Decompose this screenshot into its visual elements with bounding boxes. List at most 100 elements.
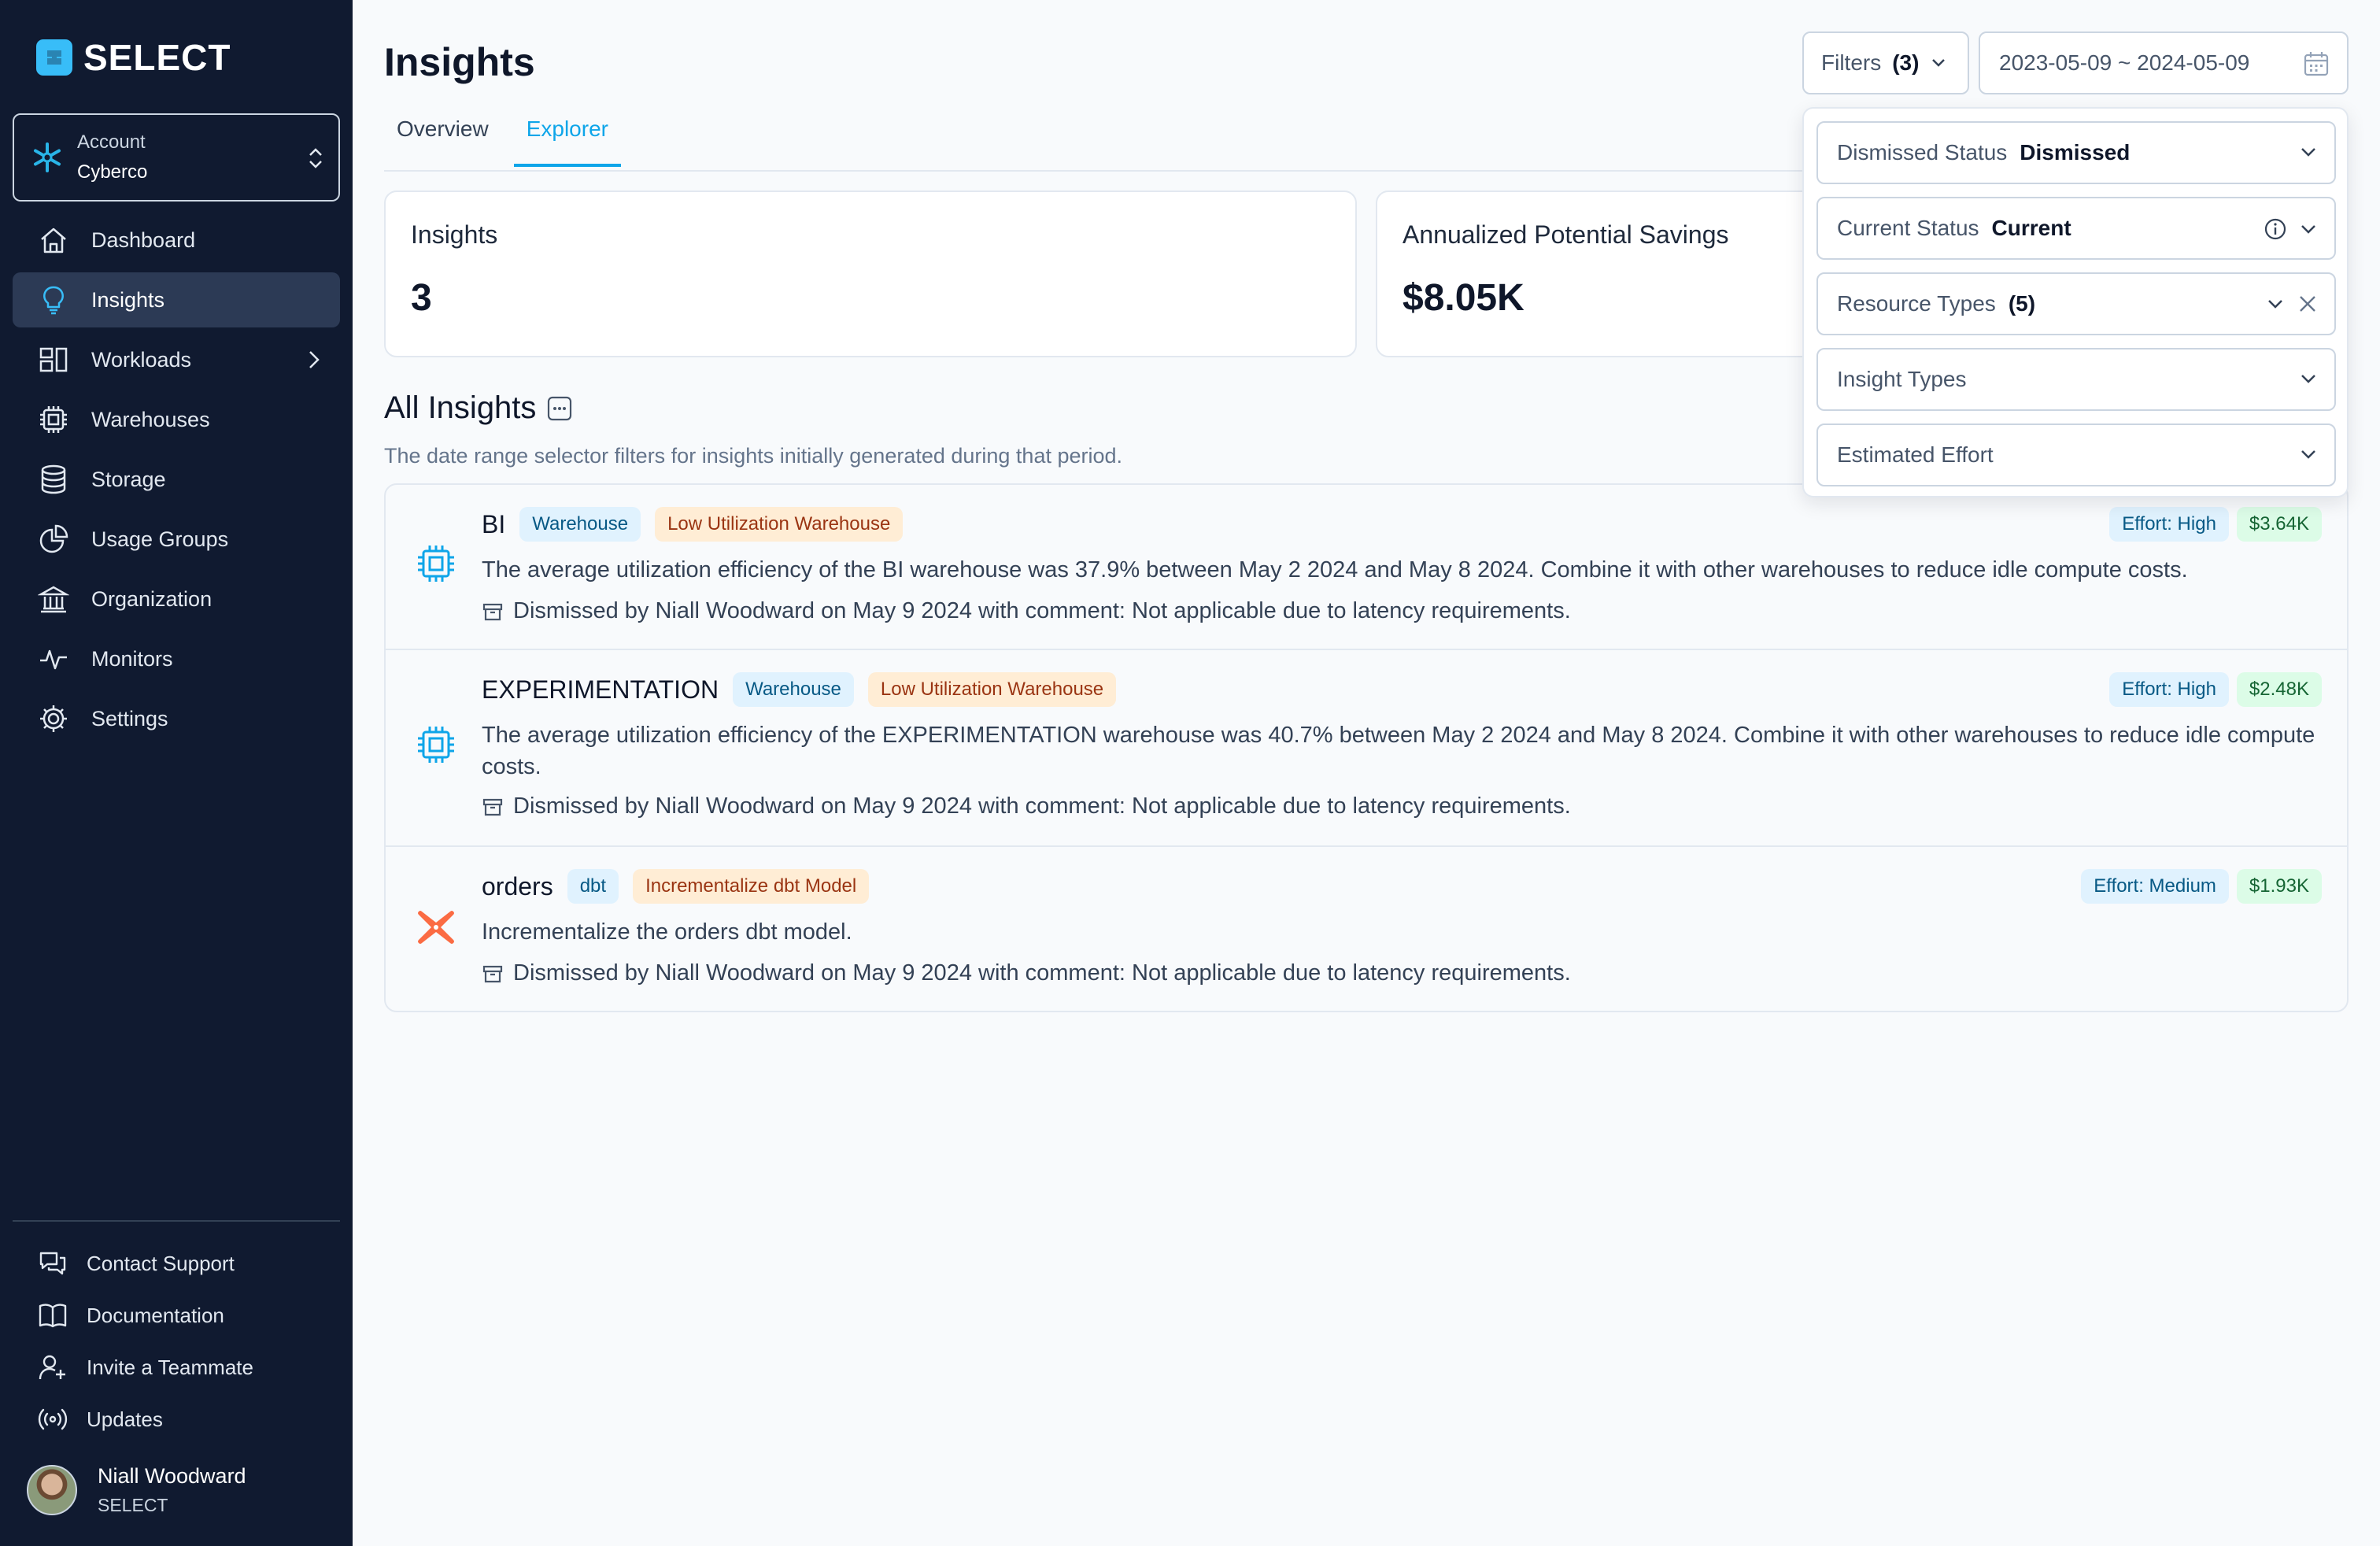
insight-type-badge: Low Utilization Warehouse: [867, 672, 1117, 707]
select-label: Current Status: [1837, 216, 1979, 240]
resource-type-badge: Warehouse: [733, 672, 854, 707]
insight-description: The average utilization efficiency of th…: [482, 557, 2188, 583]
bottom-item-label: Documentation: [87, 1303, 224, 1327]
card-title: Insights: [411, 220, 498, 249]
gear-icon: [40, 705, 67, 732]
bottom-item-label: Contact Support: [87, 1251, 235, 1275]
dismissed-status-select[interactable]: Dismissed Status Dismissed: [1816, 121, 2336, 184]
sidebar-item-workloads[interactable]: Workloads: [13, 332, 340, 387]
savings-badge: $2.48K: [2236, 672, 2322, 707]
user-profile[interactable]: Niall Woodward SELECT: [27, 1464, 246, 1516]
effort-badge: Effort: Medium: [2081, 869, 2229, 904]
insights-count-card: Insights 3: [384, 190, 1357, 357]
insight-name: orders: [482, 871, 553, 901]
brand-logo[interactable]: SELECT: [36, 36, 231, 79]
filters-panel: Dismissed Status Dismissed Current Statu…: [1802, 107, 2349, 497]
chevron-down-icon: [2301, 148, 2315, 157]
select-label: Resource Types: [1837, 291, 1996, 316]
chevron-down-icon: [2301, 225, 2315, 234]
dismissal-note: Dismissed by Niall Woodward on May 9 202…: [482, 960, 1571, 986]
savings-badge: $1.93K: [2236, 869, 2322, 904]
more-options-icon[interactable]: [547, 396, 572, 421]
estimated-effort-select[interactable]: Estimated Effort: [1816, 423, 2336, 486]
insight-header: BI Warehouse Low Utilization Warehouse: [482, 507, 904, 542]
insight-type-badge: Low Utilization Warehouse: [655, 507, 904, 542]
filters-count: (3): [1892, 50, 1920, 75]
select-label: Insight Types: [1837, 367, 1967, 391]
card-value: 3: [411, 277, 432, 319]
sidebar-item-label: Settings: [91, 706, 168, 730]
sidebar-item-organization[interactable]: Organization: [13, 571, 340, 627]
insight-meta: Effort: High $3.64K: [2109, 507, 2322, 542]
insight-description: Incrementalize the orders dbt model.: [482, 919, 852, 945]
sidebar-item-settings[interactable]: Settings: [13, 691, 340, 746]
chevron-down-icon: [2268, 300, 2282, 309]
lightbulb-icon: [43, 286, 64, 315]
sidebar-item-usage-groups[interactable]: Usage Groups: [13, 512, 340, 567]
date-range-value: 2023-05-09 ~ 2024-05-09: [1999, 50, 2250, 75]
sidebar-item-warehouses[interactable]: Warehouses: [13, 392, 340, 447]
section-title: All Insights: [384, 390, 572, 426]
sidebar-item-storage[interactable]: Storage: [13, 452, 340, 507]
sidebar-item-insights[interactable]: Insights: [13, 272, 340, 327]
updates-link[interactable]: Updates: [13, 1393, 340, 1445]
page-title: Insights: [384, 40, 535, 84]
sidebar-divider: [13, 1220, 340, 1222]
filters-label: Filters: [1821, 50, 1882, 75]
database-icon: [41, 464, 66, 494]
sidebar-item-monitors[interactable]: Monitors: [13, 631, 340, 686]
sidebar-bottom-nav: Contact Support Documentation Invite a T…: [13, 1237, 340, 1445]
effort-badge: Effort: High: [2109, 672, 2229, 707]
bank-icon: [38, 586, 69, 613]
broadcast-icon: [38, 1408, 68, 1430]
tab-explorer[interactable]: Explorer: [513, 102, 621, 167]
invite-teammate-link[interactable]: Invite a Teammate: [13, 1341, 340, 1393]
chevron-right-icon: [309, 351, 320, 368]
insight-meta: Effort: High $2.48K: [2109, 672, 2322, 707]
sidebar-item-dashboard[interactable]: Dashboard: [13, 213, 340, 268]
insight-header: orders dbt Incrementalize dbt Model: [482, 869, 870, 904]
sidebar-item-label: Dashboard: [91, 227, 196, 252]
list-item[interactable]: orders dbt Incrementalize dbt Model Effo…: [386, 847, 2347, 1011]
account-name: Cyberco: [77, 161, 148, 183]
user-org: SELECT: [98, 1495, 168, 1515]
documentation-link[interactable]: Documentation: [13, 1289, 340, 1341]
insight-type-badge: Incrementalize dbt Model: [633, 869, 870, 904]
dismissal-note-text: Dismissed by Niall Woodward on May 9 202…: [513, 598, 1571, 623]
effort-badge: Effort: High: [2109, 507, 2229, 542]
pie-chart-icon: [39, 524, 68, 553]
current-status-select[interactable]: Current Status Current: [1816, 197, 2336, 260]
savings-badge: $3.64K: [2236, 507, 2322, 542]
select-label: Estimated Effort: [1837, 442, 1994, 467]
sidebar-item-label: Usage Groups: [91, 527, 229, 551]
filters-button[interactable]: Filters (3): [1802, 31, 1969, 94]
chat-icon: [39, 1252, 66, 1275]
sidebar-item-label: Storage: [91, 467, 166, 491]
tab-overview[interactable]: Overview: [384, 102, 501, 167]
sidebar-item-label: Insights: [91, 287, 165, 312]
resource-types-select[interactable]: Resource Types (5): [1816, 272, 2336, 335]
select-value: Dismissed: [2020, 140, 2131, 165]
archive-icon: [482, 965, 503, 982]
list-item[interactable]: BI Warehouse Low Utilization Warehouse E…: [386, 485, 2347, 650]
chip-icon: [40, 406, 67, 433]
insights-list: BI Warehouse Low Utilization Warehouse E…: [384, 483, 2349, 1012]
account-switcher[interactable]: Account Cyberco: [13, 113, 340, 202]
archive-icon: [482, 603, 503, 620]
bottom-item-label: Invite a Teammate: [87, 1355, 253, 1379]
select-value: Current: [1991, 216, 2071, 240]
date-range-picker[interactable]: 2023-05-09 ~ 2024-05-09: [1979, 31, 2349, 94]
dismissal-note-text: Dismissed by Niall Woodward on May 9 202…: [513, 960, 1571, 986]
chevron-up-down-icon: [309, 148, 322, 168]
resource-type-badge: dbt: [567, 869, 619, 904]
info-icon[interactable]: [2264, 217, 2287, 241]
insight-types-select[interactable]: Insight Types: [1816, 348, 2336, 411]
dismissal-note: Dismissed by Niall Woodward on May 9 202…: [482, 598, 1571, 624]
select-logo-icon: [36, 39, 72, 76]
insight-description: The average utilization efficiency of th…: [482, 723, 2315, 779]
sidebar-item-label: Workloads: [91, 347, 192, 372]
sidebar-item-label: Warehouses: [91, 407, 210, 431]
clear-icon[interactable]: [2297, 293, 2319, 315]
list-item[interactable]: EXPERIMENTATION Warehouse Low Utilizatio…: [386, 650, 2347, 847]
contact-support-link[interactable]: Contact Support: [13, 1237, 340, 1289]
